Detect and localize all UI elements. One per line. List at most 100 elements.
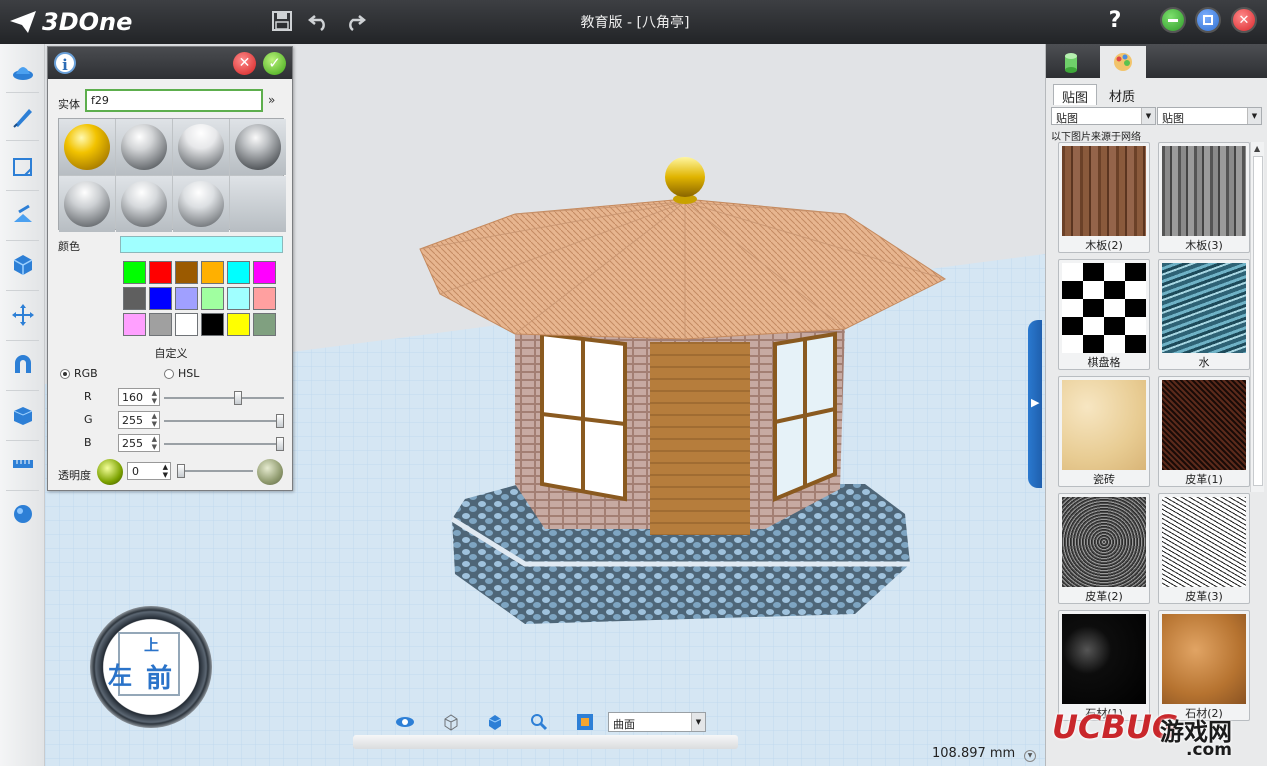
solid-edit-button[interactable]	[6, 248, 39, 281]
preset-chrome-2[interactable]	[173, 119, 229, 175]
color-swatch[interactable]	[253, 261, 276, 284]
preset-chrome-1[interactable]	[116, 119, 172, 175]
help-button[interactable]: ?	[1100, 6, 1130, 36]
solid-box-button[interactable]	[6, 398, 39, 431]
transparency-slider-thumb[interactable]	[177, 464, 185, 478]
color-swatch[interactable]	[201, 313, 224, 336]
category-select[interactable]: 贴图 ▼	[1051, 107, 1156, 125]
b-spinner[interactable]: 255 ▲ ▼	[118, 434, 160, 452]
render-mode-select[interactable]: 曲面 ▼	[608, 712, 706, 732]
entity-input[interactable]: f29	[85, 89, 263, 112]
tab-appearance[interactable]	[1100, 46, 1146, 78]
preset-chrome-5[interactable]	[116, 176, 172, 232]
basic-shape-button[interactable]	[6, 54, 39, 87]
save-button[interactable]	[268, 7, 296, 35]
texture-item[interactable]: 皮革(1)	[1158, 376, 1250, 487]
custom-color-link[interactable]: 自定义	[48, 345, 294, 361]
b-slider[interactable]	[164, 437, 284, 451]
hsl-radio[interactable]	[164, 369, 174, 379]
scrollbar-thumb[interactable]	[1253, 156, 1263, 486]
r-slider-thumb[interactable]	[234, 391, 242, 405]
zoom-button[interactable]	[528, 711, 550, 733]
texture-item[interactable]: 石材(1)	[1058, 610, 1150, 721]
color-swatch[interactable]	[149, 261, 172, 284]
panel-expander[interactable]: ▶	[1028, 320, 1042, 488]
fit-view-button[interactable]	[574, 711, 596, 733]
view-cube-left-face[interactable]: 左	[108, 656, 132, 691]
preset-empty[interactable]	[230, 176, 286, 232]
distance-button[interactable]	[6, 447, 39, 480]
view-visibility-button[interactable]	[394, 711, 416, 733]
color-swatch[interactable]	[123, 313, 146, 336]
subcategory-select[interactable]: 贴图 ▼	[1157, 107, 1262, 125]
color-swatch[interactable]	[227, 313, 250, 336]
color-swatch[interactable]	[201, 287, 224, 310]
color-swatch[interactable]	[253, 313, 276, 336]
tab-material[interactable]: 材质	[1101, 84, 1143, 105]
combine-button[interactable]	[6, 348, 39, 381]
color-swatch[interactable]	[227, 261, 250, 284]
redo-button[interactable]	[341, 7, 369, 35]
texture-item[interactable]: 皮革(2)	[1058, 493, 1150, 604]
undo-button[interactable]	[305, 7, 333, 35]
b-slider-thumb[interactable]	[276, 437, 284, 451]
tab-texture[interactable]: 贴图	[1053, 84, 1098, 106]
r-spinner[interactable]: 160 ▲ ▼	[118, 388, 160, 406]
color-swatch[interactable]	[253, 287, 276, 310]
view-cube[interactable]: 左 前 上	[90, 606, 212, 728]
measurement-dropdown[interactable]: ▼	[1024, 750, 1036, 762]
view-cube-front-face[interactable]: 前	[146, 658, 172, 695]
close-button[interactable]: ✕	[1231, 7, 1257, 33]
info-icon[interactable]: i	[54, 52, 76, 74]
texture-item[interactable]: 皮革(3)	[1158, 493, 1250, 604]
texture-item[interactable]: 石材(2)	[1158, 610, 1250, 721]
color-swatch[interactable]	[175, 261, 198, 284]
g-slider[interactable]	[164, 414, 284, 428]
transform-button[interactable]	[6, 298, 39, 331]
texture-item[interactable]: 木板(2)	[1058, 142, 1150, 253]
texture-item[interactable]: 瓷砖	[1058, 376, 1150, 487]
maximize-button[interactable]	[1195, 7, 1221, 33]
expand-chevron-icon[interactable]: »	[268, 93, 275, 107]
r-slider[interactable]	[164, 391, 284, 405]
tab-resource-library[interactable]	[1048, 46, 1094, 78]
color-swatch[interactable]	[123, 287, 146, 310]
spinner-arrows-icon[interactable]: ▲ ▼	[163, 463, 168, 479]
wireframe-view-button[interactable]	[440, 711, 462, 733]
transparency-slider[interactable]	[177, 464, 253, 478]
texture-item[interactable]: 棋盘格	[1058, 259, 1150, 370]
color-swatch[interactable]	[227, 287, 250, 310]
render-button[interactable]	[6, 497, 39, 530]
texture-item[interactable]: 水	[1158, 259, 1250, 370]
confirm-button[interactable]: ✓	[263, 52, 286, 75]
sketch-button[interactable]	[6, 100, 39, 133]
transparency-spinner[interactable]: 0 ▲ ▼	[127, 462, 171, 480]
texture-item[interactable]: 木板(3)	[1158, 142, 1250, 253]
view-cube-top-face[interactable]: 上	[144, 634, 159, 655]
preset-chrome-4[interactable]	[59, 176, 115, 232]
spinner-arrows-icon[interactable]: ▲ ▼	[152, 389, 157, 405]
special-function-button[interactable]	[6, 199, 39, 232]
scroll-up-icon[interactable]: ▲	[1254, 144, 1260, 153]
sketch-edit-button[interactable]	[6, 150, 39, 183]
g-slider-thumb[interactable]	[276, 414, 284, 428]
color-swatch[interactable]	[149, 313, 172, 336]
texture-scrollbar[interactable]: ▲	[1250, 142, 1264, 492]
rgb-radio[interactable]	[60, 369, 70, 379]
minimize-button[interactable]	[1160, 7, 1186, 33]
preset-chrome-6[interactable]	[173, 176, 229, 232]
shaded-view-button[interactable]	[484, 711, 506, 733]
color-swatch[interactable]	[149, 287, 172, 310]
preset-gold[interactable]	[59, 119, 115, 175]
color-swatch[interactable]	[201, 261, 224, 284]
spinner-arrows-icon[interactable]: ▲ ▼	[152, 412, 157, 428]
spinner-arrows-icon[interactable]: ▲ ▼	[152, 435, 157, 451]
color-swatch[interactable]	[123, 261, 146, 284]
cancel-button[interactable]: ✕	[233, 52, 256, 75]
app-logo[interactable]: 3DOne	[8, 7, 132, 37]
color-swatch[interactable]	[175, 287, 198, 310]
preset-chrome-3[interactable]	[230, 119, 286, 175]
g-spinner[interactable]: 255 ▲ ▼	[118, 411, 160, 429]
color-swatch[interactable]	[175, 313, 198, 336]
current-color-bar[interactable]	[120, 236, 283, 253]
